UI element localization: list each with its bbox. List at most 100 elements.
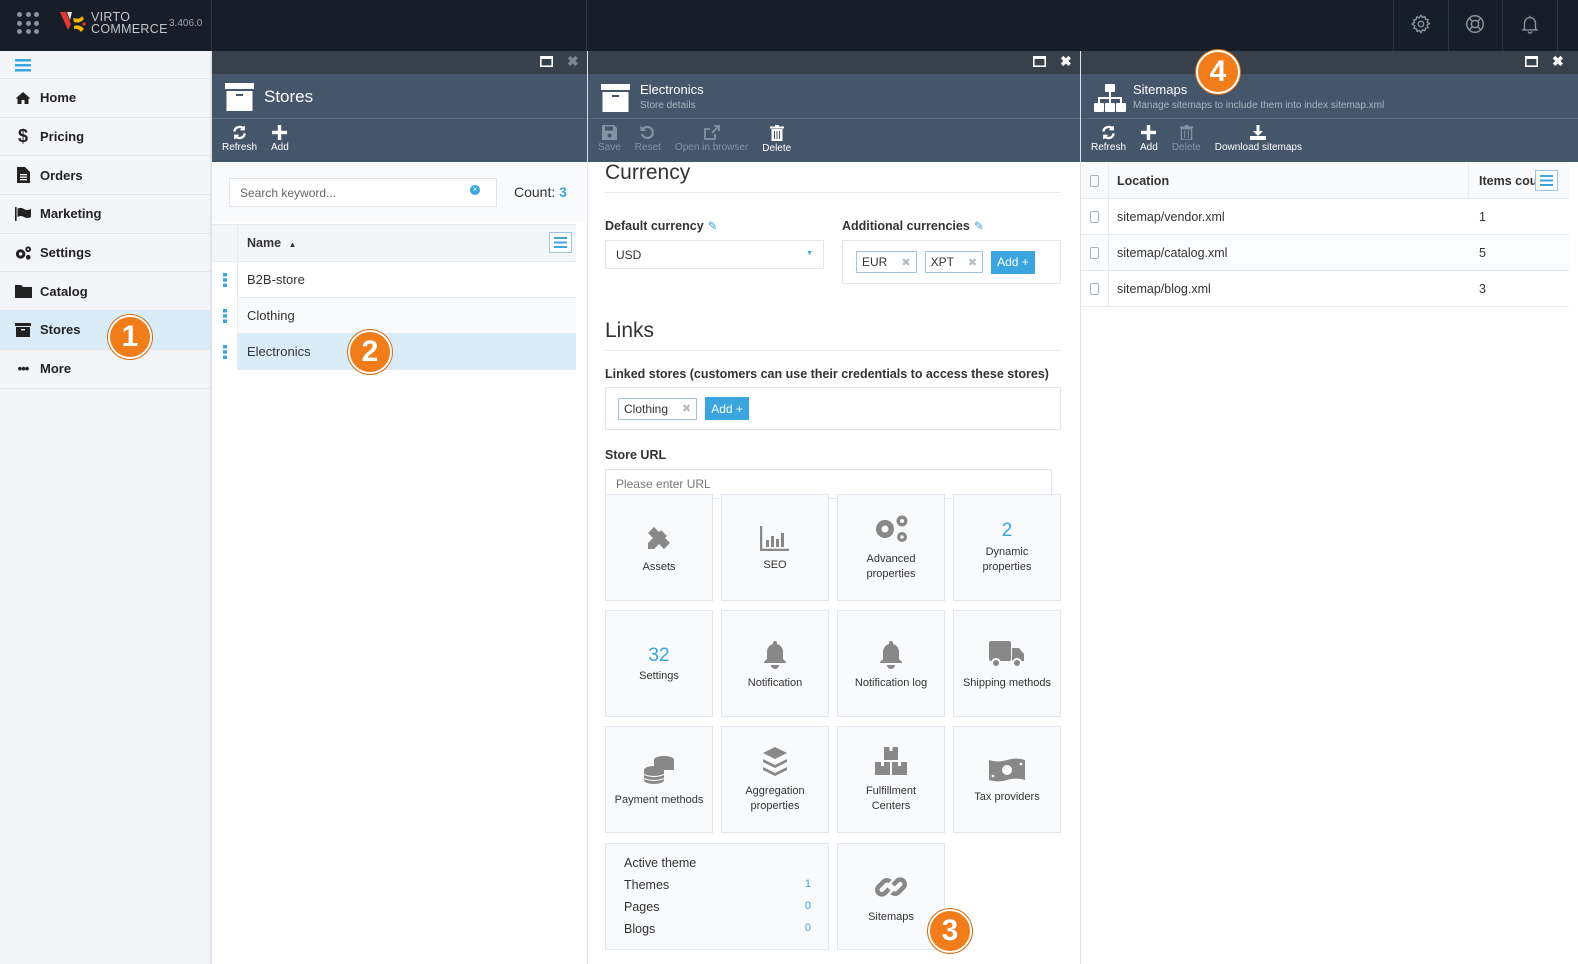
bell-icon — [764, 640, 786, 669]
search-input[interactable]: Search keyword... × — [229, 178, 497, 207]
ellipsis-icon: ••• — [17, 361, 30, 377]
money-icon — [989, 758, 1025, 781]
column-items-count[interactable]: Items cou — [1469, 174, 1539, 188]
additional-currencies-text: Additional currencies — [842, 219, 970, 233]
gear-icon[interactable] — [1410, 13, 1432, 35]
row-name: Clothing — [247, 308, 295, 323]
column-location[interactable]: Location — [1109, 163, 1469, 198]
tile-label: Shipping methods — [962, 676, 1052, 689]
add-label: Add — [271, 142, 289, 153]
close-icon[interactable]: ✖ — [1552, 53, 1564, 70]
add-currency-button[interactable]: Add + — [991, 250, 1035, 274]
virto-logo-icon — [60, 12, 86, 32]
edit-pencil-icon[interactable]: ✎ — [708, 219, 718, 233]
sidebar-item-more[interactable]: ••• More — [0, 350, 210, 389]
layers-icon — [763, 746, 787, 776]
apps-grid-icon[interactable] — [17, 12, 39, 34]
tile-tax-providers[interactable]: Tax providers — [953, 726, 1061, 833]
row-checkbox[interactable] — [1090, 282, 1099, 295]
sidebar-item-marketing[interactable]: Marketing — [0, 195, 210, 234]
remove-tag-icon[interactable]: ✖ — [682, 402, 691, 415]
tile-notification-log[interactable]: Notification log — [837, 610, 945, 717]
currency-tag: XPT ✖ — [924, 251, 984, 273]
close-icon[interactable]: ✖ — [567, 53, 579, 70]
refresh-button[interactable]: Refresh — [222, 125, 257, 153]
open-in-browser-button[interactable]: Open in browser — [675, 125, 748, 153]
default-currency-text: Default currency — [605, 219, 704, 233]
table-row[interactable]: sitemap/blog.xml 3 — [1081, 271, 1569, 307]
tile-label: Notification log — [854, 676, 928, 689]
maximize-icon[interactable] — [1525, 56, 1538, 67]
tile-dynamic-properties[interactable]: 2 Dynamic properties — [953, 494, 1061, 601]
tile-theme[interactable]: Active theme Themes 1 Pages 0 Blogs 0 — [605, 843, 829, 950]
edit-pencil-icon[interactable]: ✎ — [974, 219, 984, 233]
add-linked-store-button[interactable]: Add + — [705, 397, 749, 420]
refresh-button[interactable]: Refresh — [1091, 125, 1126, 153]
row-menu-icon[interactable] — [212, 297, 238, 334]
column-chooser-button[interactable] — [549, 232, 572, 253]
table-row-selected[interactable]: Electronics — [212, 333, 576, 370]
divider — [1393, 0, 1394, 51]
blade-header: Electronics Store details — [588, 74, 1080, 119]
tile-assets[interactable]: Assets — [605, 494, 713, 601]
table-row[interactable]: Clothing — [212, 297, 576, 334]
add-button[interactable]: Add — [271, 125, 289, 153]
add-button[interactable]: Add — [1140, 125, 1158, 153]
tile-advanced-properties[interactable]: Advanced properties — [837, 494, 945, 601]
table-row[interactable]: sitemap/vendor.xml 1 — [1081, 199, 1569, 235]
delete-button[interactable]: Delete — [762, 125, 791, 154]
column-name[interactable]: Name ▲ — [238, 236, 296, 250]
clear-search-icon[interactable]: × — [470, 185, 480, 195]
maximize-icon[interactable] — [1033, 56, 1046, 67]
tile-settings[interactable]: 32 Settings — [605, 610, 713, 717]
column-chooser-button[interactable] — [1535, 170, 1558, 191]
blade-window-bar: ✖ — [212, 51, 587, 74]
sidebar-item-stores[interactable]: Stores — [0, 311, 210, 350]
open-in-browser-label: Open in browser — [674, 142, 749, 153]
sidebar-item-orders[interactable]: Orders — [0, 156, 210, 196]
reset-button[interactable]: Reset — [635, 125, 661, 153]
save-label: Save — [598, 142, 621, 153]
lifebuoy-icon[interactable] — [1464, 13, 1486, 35]
download-icon — [1250, 125, 1267, 140]
document-icon — [14, 167, 32, 184]
select-all-checkbox[interactable] — [1090, 174, 1099, 187]
linked-stores-field[interactable]: Clothing ✖ Add + — [605, 387, 1061, 430]
default-currency-select[interactable]: USD ▼ — [605, 240, 824, 269]
flag-icon — [14, 206, 32, 222]
tile-payment-methods[interactable]: Payment methods — [605, 726, 713, 833]
additional-currencies-field[interactable]: EUR ✖ XPT ✖ Add + — [842, 240, 1061, 284]
tile-seo[interactable]: SEO — [721, 494, 829, 601]
step-badge-1: 1 — [108, 315, 152, 359]
table-row[interactable]: sitemap/catalog.xml 5 — [1081, 235, 1569, 271]
tile-shipping-methods[interactable]: Shipping methods — [953, 610, 1061, 717]
maximize-icon[interactable] — [540, 56, 553, 67]
sidebar-item-home[interactable]: Home — [0, 79, 210, 118]
sidebar-item-pricing[interactable]: $ Pricing — [0, 118, 210, 157]
delete-button[interactable]: Delete — [1172, 125, 1201, 153]
tile-fulfillment-centers[interactable]: Fulfillment Centers — [837, 726, 945, 833]
tile-notification[interactable]: Notification — [721, 610, 829, 717]
sidebar-item-catalog[interactable]: Catalog — [0, 272, 210, 312]
bell-icon[interactable] — [1519, 13, 1541, 35]
tile-aggregation-properties[interactable]: Aggregation properties — [721, 726, 829, 833]
search-placeholder: Search keyword... — [240, 185, 337, 200]
menu-toggle[interactable] — [0, 51, 210, 79]
row-checkbox[interactable] — [1090, 210, 1099, 223]
row-menu-icon[interactable] — [212, 261, 238, 298]
hamburger-icon[interactable] — [15, 58, 31, 72]
sidebar-item-label: Orders — [40, 167, 83, 183]
sidebar-item-settings[interactable]: Settings — [0, 234, 210, 273]
table-row[interactable]: B2B-store — [212, 261, 576, 298]
links-heading: Links — [605, 319, 1061, 351]
remove-tag-icon[interactable]: ✖ — [968, 256, 977, 269]
save-button[interactable]: Save — [598, 125, 621, 153]
row-menu-icon[interactable] — [212, 333, 238, 370]
row-checkbox[interactable] — [1090, 246, 1099, 259]
download-sitemaps-button[interactable]: Download sitemaps — [1215, 125, 1302, 153]
plus-icon — [1141, 125, 1157, 140]
reset-label: Reset — [634, 142, 661, 153]
close-icon[interactable]: ✖ — [1060, 53, 1072, 70]
blade-title: Electronics — [640, 82, 704, 97]
remove-tag-icon[interactable]: ✖ — [901, 256, 910, 269]
